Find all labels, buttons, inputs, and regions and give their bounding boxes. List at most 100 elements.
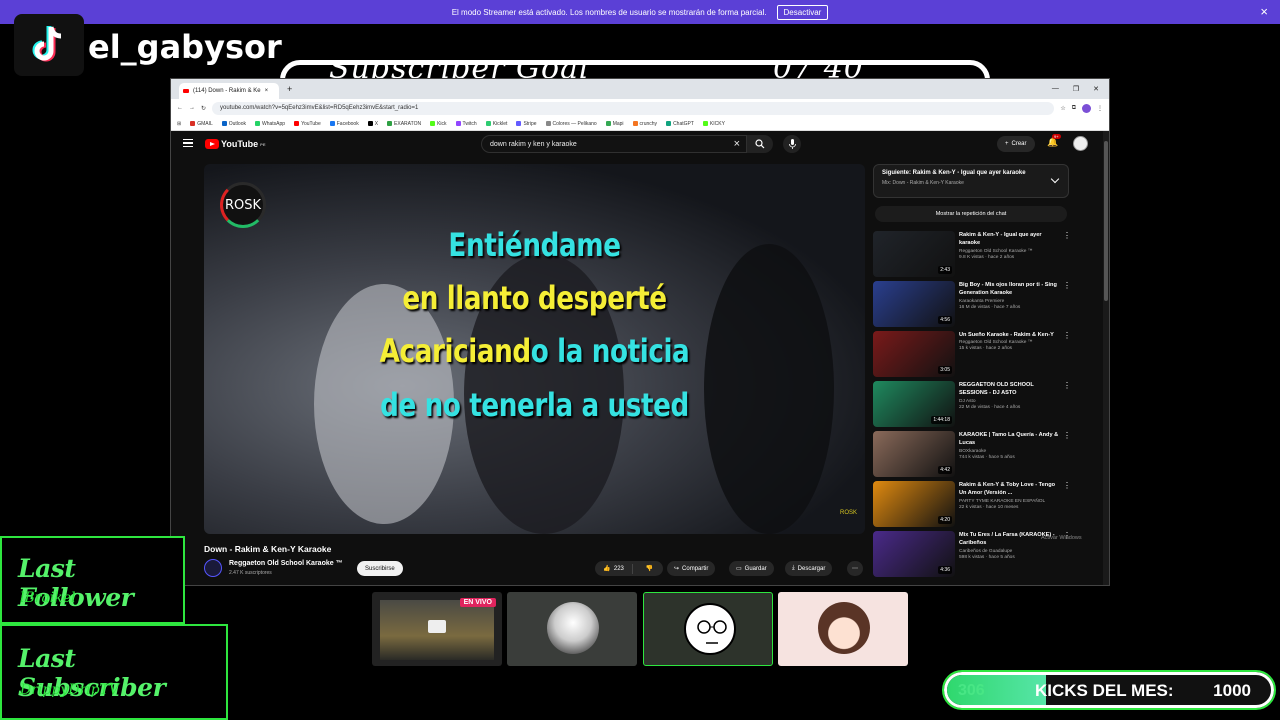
recommended-channel[interactable]: Reggaeton Old School Karaoke ™ [959, 340, 1059, 345]
forward-icon[interactable]: → [189, 105, 195, 111]
recommended-channel[interactable]: BOXkaraoke [959, 449, 1059, 454]
video-thumbnail[interactable]: 4:36 [873, 531, 955, 577]
bookmark-item[interactable]: X [367, 121, 378, 127]
video-duration: 4:36 [938, 566, 952, 574]
search-input[interactable]: down rakim y ken y karaoke × [481, 135, 747, 153]
recommended-channel[interactable]: Reggaeton Old School Karaoke ™ [959, 249, 1059, 254]
tab-bar: (114) Down - Rakim & Ke × + — ❐ ✕ [171, 79, 1109, 99]
bookmark-label: WhatsApp [262, 120, 286, 127]
notifications-bell-icon[interactable]: 🔔 9+ [1047, 134, 1061, 148]
guest-tile-anime[interactable] [507, 592, 637, 666]
tab-close-icon[interactable]: × [265, 88, 269, 94]
reload-icon[interactable]: ↻ [201, 105, 206, 112]
recommended-channel[interactable]: PARTY TYME KARAOKE EN ESPAÑOL [959, 499, 1059, 504]
save-button[interactable]: ▭ Guardar [729, 561, 774, 576]
recommended-title[interactable]: Rakim & Ken-Y - Igual que ayer karaoke [959, 231, 1059, 248]
browser-tab[interactable]: (114) Down - Rakim & Ke × [179, 83, 279, 99]
channel-name[interactable]: Reggaeton Old School Karaoke ™ [229, 560, 343, 567]
subscribe-button[interactable]: Suscribirse [357, 561, 403, 576]
video-thumbnail[interactable]: 3:05 [873, 331, 955, 377]
bookmark-favicon-icon [294, 120, 300, 126]
kicks-goal: 1000 [1213, 681, 1251, 700]
account-avatar[interactable] [1073, 136, 1088, 151]
show-chat-replay-button[interactable]: Mostrar la repetición del chat [875, 206, 1067, 222]
more-options-icon[interactable]: ⋮ [1063, 331, 1071, 340]
bookmark-item[interactable]: Stripe [516, 121, 537, 127]
share-button[interactable]: ↪ Compartir [667, 561, 716, 576]
apps-grid-icon[interactable]: ⊞ [177, 121, 181, 127]
video-thumbnail[interactable]: 2:43 [873, 231, 955, 277]
extensions-icon[interactable]: ⧉ [1072, 105, 1076, 112]
profile-icon[interactable] [1082, 103, 1091, 113]
bookmark-item[interactable]: Kick [430, 121, 447, 127]
bookmark-star-icon[interactable]: ☆ [1060, 105, 1065, 112]
more-options-icon[interactable]: ⋮ [1063, 231, 1071, 240]
disable-streamer-mode-button[interactable]: Desactivar [776, 4, 829, 20]
bookmark-item[interactable]: WhatsApp [255, 121, 285, 127]
clear-search-icon[interactable]: × [734, 138, 740, 150]
recommended-video[interactable]: 4:20 Rakim & Ken-Y & Toby Love - Tengo Un… [873, 481, 1073, 527]
bookmark-item[interactable]: GMAIL [190, 121, 213, 127]
create-label: Crear [1011, 141, 1027, 147]
bookmark-item[interactable]: Kicklet [485, 121, 507, 127]
bookmark-item[interactable]: KICKY [702, 121, 725, 127]
hamburger-menu-icon[interactable] [183, 139, 193, 147]
recommended-title[interactable]: Rakim & Ken-Y & Toby Love - Tengo Un Amo… [959, 481, 1059, 498]
channel-avatar[interactable] [204, 559, 222, 577]
page-scrollbar[interactable] [1103, 131, 1109, 585]
back-icon[interactable]: ← [177, 105, 183, 111]
bookmark-item[interactable]: EXARATON [387, 121, 421, 127]
video-thumbnail[interactable]: 4:56 [873, 281, 955, 327]
video-player[interactable]: ROSK Entiéndame en llanto desperté Acari… [204, 164, 865, 534]
recommended-video[interactable]: 1:44:18 REGGAETON OLD SCHOOL SESSIONS - D… [873, 381, 1073, 427]
video-thumbnail[interactable]: 4:20 [873, 481, 955, 527]
youtube-logo[interactable]: YouTube PE [205, 139, 266, 149]
window-close-icon[interactable]: ✕ [1093, 85, 1099, 93]
recommended-video[interactable]: 4:56 Big Boy - Mis ojos lloran por ti - S… [873, 281, 1073, 327]
bookmark-item[interactable]: Outlook [221, 121, 246, 127]
recommended-channel[interactable]: DJ Asto [959, 399, 1059, 404]
recommended-video[interactable]: 2:43 Rakim & Ken-Y - Igual que ayer karao… [873, 231, 1073, 277]
video-thumbnail[interactable]: 4:42 [873, 431, 955, 477]
more-options-icon[interactable]: ⋮ [1063, 431, 1071, 440]
recommended-video[interactable]: 4:42 KARAOKE | Tamo La Quería - Andy & Lu… [873, 431, 1073, 477]
recommended-title[interactable]: Big Boy - Mis ojos lloran por ti - Sing … [959, 281, 1059, 298]
bookmark-item[interactable]: ChatGPT [666, 121, 694, 127]
video-thumbnail[interactable]: 1:44:18 [873, 381, 955, 427]
recommended-channel[interactable]: Caribeños de Guadalupe [959, 549, 1059, 554]
maximize-icon[interactable]: ❐ [1073, 85, 1079, 93]
guest-tile-meme[interactable] [643, 592, 773, 666]
bookmark-item[interactable]: Mapi [605, 121, 624, 127]
more-options-icon[interactable]: ⋮ [1063, 381, 1071, 390]
browser-menu-icon[interactable]: ⋮ [1097, 105, 1103, 112]
download-button[interactable]: ⤓ Descargar [785, 561, 833, 576]
bookmark-item[interactable]: Colores — Pelikano [545, 121, 597, 127]
recommended-title[interactable]: REGGAETON OLD SCHOOL SESSIONS - DJ ASTO [959, 381, 1059, 398]
more-actions-button[interactable]: ⋯ [847, 561, 863, 576]
close-icon[interactable]: × [1260, 4, 1268, 19]
recommended-channel[interactable]: Karaokanta Premiere [959, 299, 1059, 304]
bookmark-item[interactable]: crunchy [632, 121, 657, 127]
minimize-icon[interactable]: — [1052, 85, 1059, 93]
live-preview-tile[interactable]: EN VIVO [372, 592, 502, 666]
create-button[interactable]: + Crear [997, 136, 1035, 152]
more-options-icon[interactable]: ⋮ [1063, 481, 1071, 490]
scrollbar-thumb[interactable] [1104, 141, 1108, 301]
bookmark-item[interactable]: Facebook [329, 121, 359, 127]
recommended-video[interactable]: 3:05 Un Sueño Karaoke - Rakim & Ken-Y Regg… [873, 331, 1073, 377]
url-field[interactable]: youtube.com/watch?v=5qEehz3imvE&list=RD5… [212, 101, 1055, 115]
recommended-title[interactable]: KARAOKE | Tamo La Quería - Andy & Lucas [959, 431, 1059, 448]
like-button[interactable]: 👍 223 [595, 563, 634, 574]
dislike-button[interactable]: 👎 [636, 565, 663, 572]
voice-search-button[interactable] [783, 135, 801, 153]
search-button[interactable] [747, 135, 773, 153]
bookmark-item[interactable]: Twitch [455, 121, 477, 127]
recommended-title[interactable]: Un Sueño Karaoke - Rakim & Ken-Y [959, 331, 1059, 339]
mix-playlist-panel[interactable]: Siguiente: Rakim & Ken-Y - Igual que aye… [873, 164, 1069, 198]
video-watermark: ROSK [839, 510, 857, 516]
guest-tile-girl[interactable] [778, 592, 908, 666]
bookmark-item[interactable]: YouTube [294, 121, 321, 127]
new-tab-icon[interactable]: + [287, 84, 292, 94]
bookmark-label: ChatGPT [673, 120, 694, 127]
more-options-icon[interactable]: ⋮ [1063, 281, 1071, 290]
